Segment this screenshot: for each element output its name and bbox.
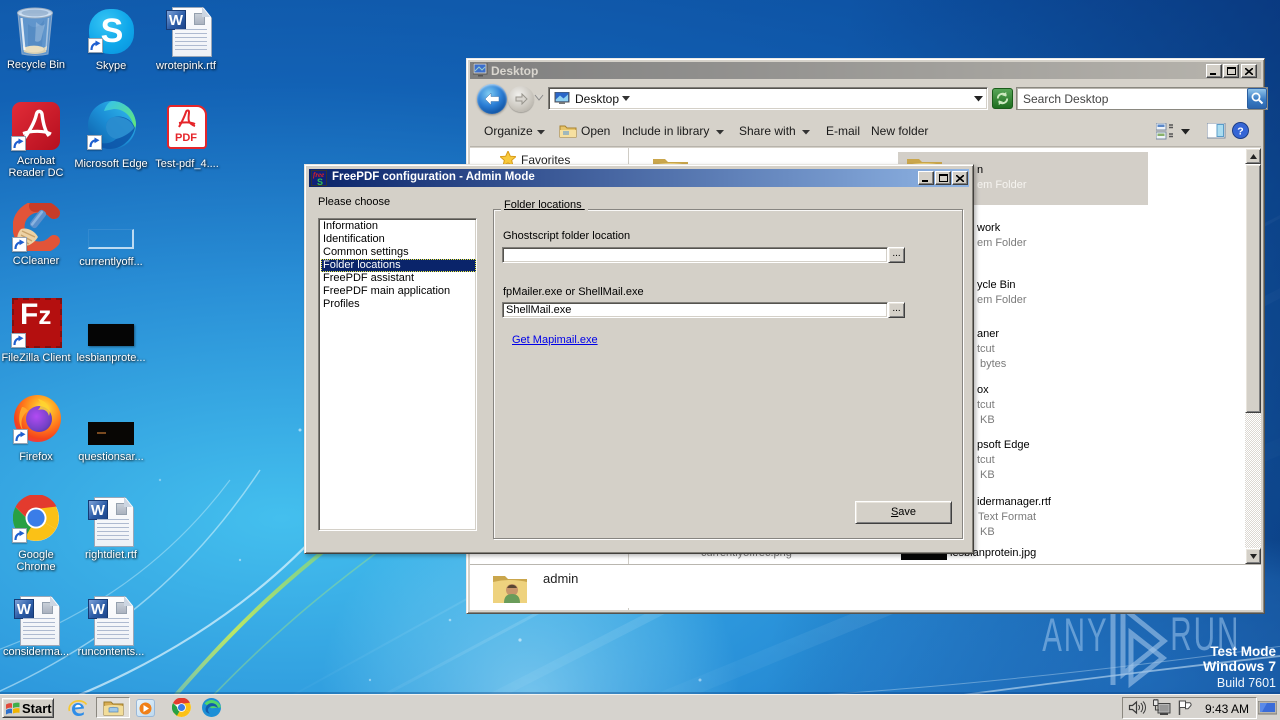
svg-text:Test Mode: Test Mode — [1210, 644, 1276, 659]
svg-text:ANY: ANY — [1042, 610, 1108, 662]
svg-text:?: ? — [1237, 126, 1243, 138]
svg-text:Build 7601: Build 7601 — [1217, 676, 1276, 690]
svg-text:PDF: PDF — [175, 132, 197, 144]
svg-text:Windows 7: Windows 7 — [1203, 658, 1276, 674]
